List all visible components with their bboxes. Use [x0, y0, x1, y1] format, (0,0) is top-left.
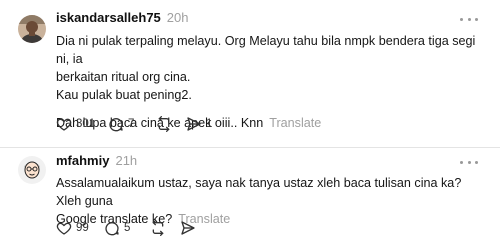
heart-icon — [56, 118, 72, 131]
post-header: iskandarsalleh75 20h — [56, 10, 189, 28]
username[interactable]: mfahmiy — [56, 153, 109, 168]
repost-icon — [152, 220, 164, 236]
share-icon — [187, 117, 201, 131]
post-line: Kau pulak buat pening2. — [56, 88, 192, 102]
avatar[interactable] — [18, 15, 46, 43]
reply-button[interactable]: 7 — [108, 116, 156, 132]
share-button[interactable] — [180, 220, 196, 236]
like-count: 301 — [76, 118, 96, 130]
more-dots-icon[interactable] — [460, 16, 478, 22]
translate-link[interactable]: Translate — [269, 116, 321, 130]
repost-button[interactable] — [150, 220, 180, 236]
reply-button[interactable]: 5 — [104, 220, 150, 236]
post-line: Assalamualaikum ustaz, saya nak tanya us… — [56, 176, 462, 208]
action-bar: 99 5 — [56, 219, 196, 237]
repost-icon — [158, 116, 170, 132]
timestamp[interactable]: 21h — [115, 153, 137, 168]
post-line: berkaitan ritual org cina. — [56, 70, 191, 84]
repost-button[interactable] — [156, 116, 186, 132]
reply-count: 7 — [128, 118, 135, 130]
post-1: iskandarsalleh75 20h Dia ni pulak terpal… — [0, 0, 500, 148]
username[interactable]: iskandarsalleh75 — [56, 10, 161, 25]
post-2: mfahmiy 21h Assalamualaikum ustaz, saya … — [0, 148, 500, 248]
timestamp[interactable]: 20h — [167, 10, 189, 25]
avatar[interactable] — [18, 156, 46, 184]
like-button[interactable]: 99 — [56, 220, 104, 236]
reply-count: 5 — [124, 222, 131, 234]
comment-icon — [109, 118, 123, 132]
action-bar: 301 7 1 — [56, 115, 212, 133]
share-button[interactable]: 1 — [186, 116, 212, 132]
post-line: Dia ni pulak terpaling melayu. Org Melay… — [56, 34, 476, 66]
post-header: mfahmiy 21h — [56, 153, 137, 171]
like-count: 99 — [76, 222, 89, 234]
share-icon — [181, 221, 195, 235]
more-dots-icon[interactable] — [460, 159, 478, 165]
heart-icon — [56, 222, 72, 235]
comment-icon — [105, 222, 119, 236]
like-button[interactable]: 301 — [56, 116, 108, 132]
share-count: 1 — [206, 118, 213, 130]
